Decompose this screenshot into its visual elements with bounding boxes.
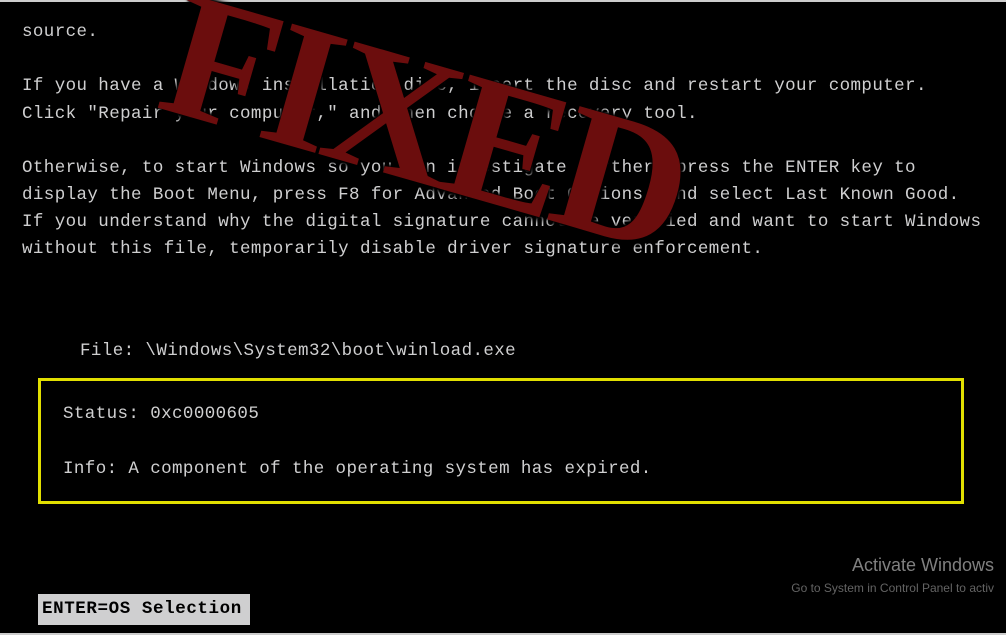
status-label: Status:	[63, 404, 139, 424]
paragraph-otherwise: Otherwise, to start Windows so you can i…	[22, 158, 992, 259]
activate-subtitle: Go to System in Control Panel to activ	[791, 582, 994, 595]
info-label: Info:	[63, 459, 118, 479]
info-line: Info: A component of the operating syste…	[63, 456, 939, 483]
status-line: Status: 0xc0000605	[63, 401, 939, 428]
status-info-box: Status: 0xc0000605 Info: A component of …	[38, 378, 964, 504]
file-value: \Windows\System32\boot\winload.exe	[145, 341, 516, 361]
paragraph-install-disc: If you have a Windows installation disc,…	[22, 76, 938, 123]
file-label: File:	[80, 341, 135, 361]
status-value: 0xc0000605	[150, 404, 259, 424]
boot-error-screen: source. If you have a Windows installati…	[0, 0, 1006, 635]
footer-enter-os-selection[interactable]: ENTER=OS Selection	[38, 594, 250, 625]
error-body-text: source. If you have a Windows installati…	[22, 0, 992, 290]
line-source: source.	[22, 22, 98, 42]
activate-windows-watermark: Activate Windows Go to System in Control…	[791, 552, 994, 595]
file-line: File: \Windows\System32\boot\winload.exe	[80, 338, 516, 365]
activate-title: Activate Windows	[791, 552, 994, 580]
info-value: A component of the operating system has …	[128, 459, 651, 479]
